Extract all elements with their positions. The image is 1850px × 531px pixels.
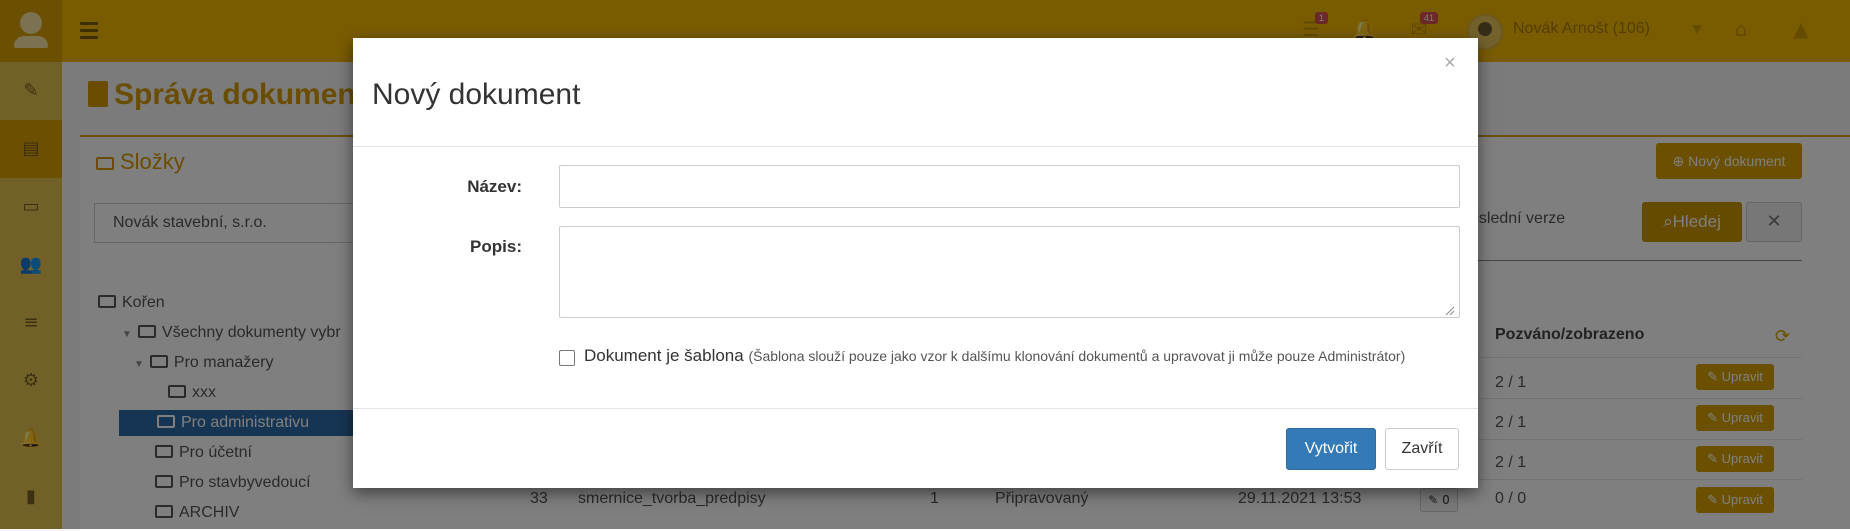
- divider: [353, 408, 1478, 409]
- template-label[interactable]: Dokument je šablona (Šablona slouží pouz…: [584, 346, 1405, 366]
- close-icon[interactable]: ×: [1444, 52, 1456, 75]
- name-label: Název:: [467, 177, 522, 196]
- create-button[interactable]: Vytvořit: [1286, 428, 1376, 470]
- new-document-dialog: Nový dokument × Název: Popis: Dokument j…: [353, 38, 1478, 488]
- dialog-title: Nový dokument: [372, 78, 581, 111]
- description-label: Popis:: [470, 237, 522, 256]
- template-note: (Šablona slouží pouze jako vzor k dalším…: [748, 348, 1406, 364]
- name-input[interactable]: [559, 165, 1460, 208]
- divider: [353, 146, 1478, 147]
- close-button[interactable]: Zavřít: [1385, 428, 1459, 470]
- template-checkbox[interactable]: [559, 350, 575, 366]
- resize-handle-icon[interactable]: [1445, 306, 1455, 316]
- description-textarea[interactable]: [559, 226, 1460, 318]
